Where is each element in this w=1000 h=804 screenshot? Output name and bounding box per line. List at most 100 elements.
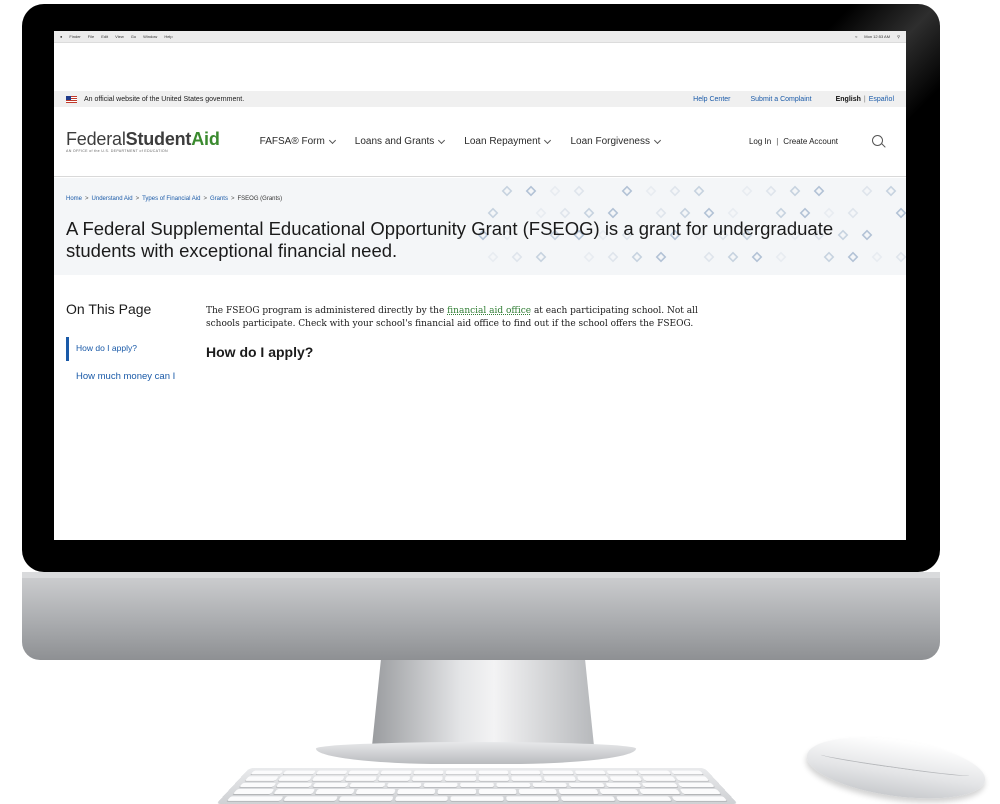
site-header: FederalStudentAid AN OFFICE of the U.S. … — [54, 107, 906, 177]
browser-screen: ● Finder File Edit View Go Window Help ≈… — [54, 31, 906, 540]
monitor-chin-edge — [22, 572, 940, 578]
keyboard-key — [394, 796, 449, 801]
pattern-diamond — [813, 185, 825, 197]
breadcrumb-grants[interactable]: Grants — [210, 196, 228, 202]
pattern-diamond — [799, 207, 811, 219]
os-menubar: ● Finder File Edit View Go Window Help ≈… — [54, 31, 906, 43]
clock[interactable]: Mon 12:53 AM — [864, 34, 890, 39]
menu-view[interactable]: View — [115, 34, 124, 39]
pattern-diamond — [765, 185, 777, 197]
pattern-diamond — [775, 207, 787, 219]
nav-label: Loan Repayment — [464, 136, 541, 147]
keyboard-key — [679, 789, 721, 794]
keyboard-key — [609, 776, 643, 781]
section-heading-how-to-apply: How do I apply? — [206, 344, 314, 360]
nav-label: FAFSA® Form — [259, 136, 325, 147]
intro-text-start: The FSEOG program is administered direct… — [206, 306, 448, 316]
pattern-diamond — [871, 251, 883, 263]
logo-subtitle: AN OFFICE of the U.S. DEPARTMENT of EDUC… — [66, 148, 168, 153]
sidebar-item-how-do-i-apply[interactable]: How do I apply? — [66, 337, 196, 361]
menu-finder[interactable]: Finder — [69, 34, 80, 39]
pattern-diamond — [861, 229, 873, 241]
menubar-status: ≈ Mon 12:53 AM ⚲ — [855, 34, 900, 39]
pattern-diamond — [861, 185, 873, 197]
keyboard-key — [423, 782, 458, 788]
nav-fafsa-form[interactable]: FAFSA® Form — [259, 136, 336, 147]
main-content: The FSEOG program is administered direct… — [206, 305, 706, 360]
keyboard-row — [239, 782, 715, 788]
breadcrumb-separator: > — [230, 196, 235, 202]
nav-loan-repayment[interactable]: Loan Repayment — [464, 136, 552, 147]
keyboard-key — [518, 789, 558, 794]
pattern-diamond — [573, 185, 585, 197]
keyboard-key — [282, 770, 316, 775]
keyboard-key — [542, 770, 574, 775]
pattern-diamond — [583, 207, 595, 219]
keyboard-key — [505, 796, 560, 801]
lang-english[interactable]: English — [836, 96, 861, 103]
page-hero: Home > Understand Aid > Types of Financi… — [54, 178, 906, 275]
keyboard-key — [348, 770, 380, 775]
page-blank-area — [54, 407, 906, 540]
keyboard-key — [380, 770, 412, 775]
wifi-icon[interactable]: ≈ — [855, 34, 857, 39]
keyboard-key — [670, 770, 704, 775]
keyboard-key — [675, 776, 710, 781]
keyboard-row — [233, 789, 721, 794]
menu-file[interactable]: File — [88, 34, 94, 39]
keyboard-key — [496, 782, 531, 788]
breadcrumb-understand-aid[interactable]: Understand Aid — [92, 196, 133, 202]
logo-wordmark: FederalStudentAid — [66, 130, 220, 148]
submit-complaint-link[interactable]: Submit a Complaint — [751, 96, 812, 103]
pattern-diamond — [487, 207, 499, 219]
breadcrumb-home[interactable]: Home — [66, 196, 82, 202]
page-title: A Federal Supplemental Educational Oppor… — [66, 218, 834, 261]
keyboard-key — [450, 796, 504, 801]
keyboard-key — [344, 776, 378, 781]
keyboard-row — [244, 776, 710, 781]
apple-icon[interactable]: ● — [60, 34, 62, 39]
nav-label: Loan Forgiveness — [570, 136, 650, 147]
keyboard-key — [396, 789, 436, 794]
fsa-logo[interactable]: FederalStudentAid AN OFFICE of the U.S. … — [66, 130, 220, 154]
keyboard-key — [244, 776, 279, 781]
spotlight-icon[interactable]: ⚲ — [897, 34, 900, 39]
keyboard-key — [460, 782, 495, 788]
monitor-base — [316, 742, 636, 764]
intro-paragraph: The FSEOG program is administered direct… — [206, 305, 706, 330]
menu-window[interactable]: Window — [143, 34, 157, 39]
create-account-link[interactable]: Create Account — [783, 137, 838, 146]
search-icon[interactable] — [872, 134, 886, 149]
keyboard-key — [338, 796, 394, 801]
menu-help[interactable]: Help — [164, 34, 172, 39]
keyboard-key — [226, 796, 284, 801]
pattern-diamond — [727, 207, 739, 219]
pattern-diamond — [549, 185, 561, 197]
keyboard-key — [355, 789, 396, 794]
menu-go[interactable]: Go — [131, 34, 136, 39]
lang-espanol[interactable]: Español — [869, 96, 894, 103]
keyboard-keys — [226, 770, 728, 801]
keyboard-row — [226, 796, 728, 801]
menu-edit[interactable]: Edit — [101, 34, 108, 39]
keyboard-key — [413, 770, 444, 775]
breadcrumb-types-of-aid[interactable]: Types of Financial Aid — [142, 196, 200, 202]
keyboard-key — [311, 776, 345, 781]
keyboard-key — [639, 789, 681, 794]
pattern-diamond — [895, 207, 906, 219]
help-center-link[interactable]: Help Center — [693, 96, 730, 103]
pattern-diamond — [525, 185, 537, 197]
monitor-chin — [22, 572, 940, 660]
sidebar-item-how-much-money[interactable]: How much money can I get? — [66, 361, 196, 383]
pattern-diamond — [655, 207, 667, 219]
nav-loan-forgiveness[interactable]: Loan Forgiveness — [570, 136, 662, 147]
keyboard-key — [605, 782, 642, 788]
chevron-down-icon — [653, 136, 662, 144]
pattern-diamond — [885, 185, 897, 197]
financial-aid-office-link[interactable]: financial aid office — [447, 306, 531, 316]
keyboard-key — [274, 789, 315, 794]
login-link[interactable]: Log In — [749, 137, 771, 146]
keyboard-key — [478, 789, 517, 794]
nav-loans-and-grants[interactable]: Loans and Grants — [355, 136, 446, 147]
keyboard-key — [233, 789, 275, 794]
